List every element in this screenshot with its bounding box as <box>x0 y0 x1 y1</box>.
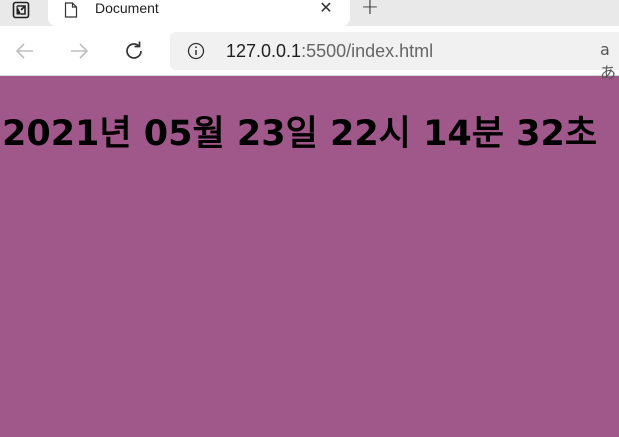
url-path: :5500/index.html <box>301 41 434 61</box>
tab-actions[interactable] <box>0 0 44 22</box>
refresh-icon <box>126 41 142 59</box>
document-icon <box>64 2 78 18</box>
tab-title: Document <box>95 0 159 16</box>
address-bar[interactable]: 127.0.0.1:5500/index.html <box>170 32 619 70</box>
browser-toolbar: 127.0.0.1:5500/index.html aあ <box>0 26 619 82</box>
active-tab[interactable]: Document ✕ <box>48 0 350 26</box>
url-text[interactable]: 127.0.0.1:5500/index.html <box>226 41 433 61</box>
forward-arrow-icon <box>71 43 89 59</box>
forward-button[interactable] <box>66 38 92 64</box>
close-tab-icon[interactable]: ✕ <box>318 0 334 18</box>
back-arrow-icon <box>15 43 33 59</box>
new-tab-button[interactable]: + <box>360 0 380 19</box>
url-host: 127.0.0.1 <box>226 41 302 61</box>
back-button[interactable] <box>12 38 38 64</box>
clock-heading: 2021년 05월 23일 22시 14분 32초 <box>2 114 598 154</box>
tab-actions-icon[interactable] <box>10 0 32 20</box>
page-content: 2021년 05월 23일 22시 14분 32초 <box>0 77 619 437</box>
info-icon[interactable] <box>187 42 205 60</box>
tab-strip: Document ✕ + <box>0 0 619 26</box>
refresh-button[interactable] <box>121 38 147 64</box>
